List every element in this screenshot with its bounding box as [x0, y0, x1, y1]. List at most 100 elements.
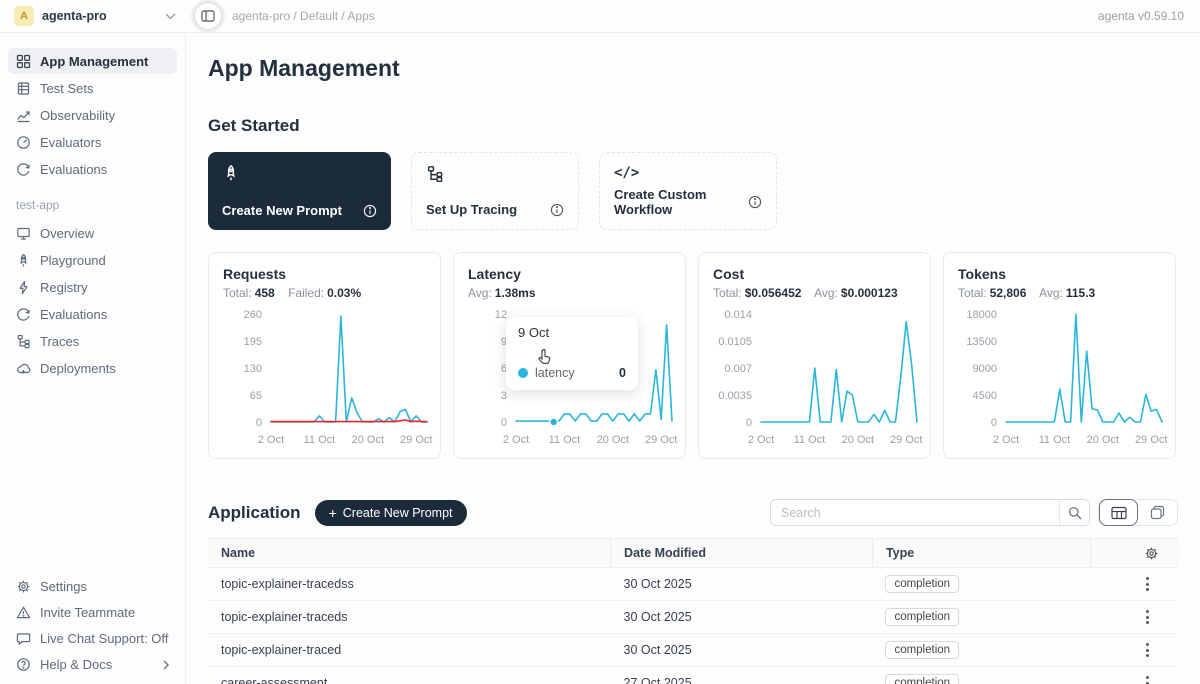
tokens-chart[interactable]: 18000135009000450002 Oct11 Oct20 Oct29 O…	[958, 304, 1161, 456]
sidebar-item-overview[interactable]: Overview	[8, 220, 177, 246]
cost-card: Cost Total:$0.056452 Avg:$0.000123 0.014…	[698, 252, 931, 459]
question-circle-icon	[16, 657, 31, 672]
sidebar-item-label: Overview	[40, 226, 94, 241]
svg-text:0.0035: 0.0035	[718, 390, 752, 402]
sidebar-item-label: Invite Teammate	[40, 605, 135, 620]
table-settings-button[interactable]	[1104, 546, 1165, 561]
info-icon[interactable]	[550, 203, 564, 217]
sidebar-panel-icon	[201, 10, 215, 22]
sidebar-item-label: Evaluators	[40, 135, 101, 150]
app-name[interactable]: topic-explainer-traceds	[208, 601, 611, 634]
sidebar-item-help-docs[interactable]: Help & Docs	[8, 652, 177, 677]
chart-stats: Total:$0.056452 Avg:$0.000123	[713, 286, 916, 300]
main-content: App Management Get Started Create New Pr…	[186, 33, 1200, 684]
card-view-button[interactable]	[1138, 499, 1177, 526]
svg-text:0.014: 0.014	[724, 309, 752, 321]
table-row[interactable]: topic-explainer-tracedss 30 Oct 2025 com…	[208, 568, 1178, 601]
refresh-circle-icon	[16, 307, 31, 322]
column-date-modified[interactable]: Date Modified	[611, 539, 873, 568]
svg-text:11 Oct: 11 Oct	[304, 434, 336, 446]
workspace-selector[interactable]: A agenta-pro	[0, 6, 186, 26]
sidebar-item-traces[interactable]: Traces	[8, 328, 177, 354]
breadcrumb[interactable]: agenta-pro / Default / Apps	[232, 9, 1098, 23]
tooltip-value: 0	[619, 366, 626, 380]
svg-text:12: 12	[495, 309, 507, 321]
get-started-title: Get Started	[208, 116, 1178, 136]
code-icon: </>	[614, 165, 762, 181]
sidebar-item-evaluators[interactable]: Evaluators	[8, 129, 177, 155]
search-button[interactable]	[1059, 500, 1089, 525]
line-chart-icon	[16, 108, 31, 123]
tooltip-legend-row: latency 0	[518, 366, 626, 380]
plus-icon: +	[329, 506, 337, 520]
row-menu-button[interactable]	[1139, 676, 1155, 684]
collapse-sidebar-button[interactable]	[194, 2, 222, 30]
sidebar-item-live-chat[interactable]: Live Chat Support: Off	[8, 626, 177, 651]
svg-text:9000: 9000	[973, 363, 997, 375]
app-name[interactable]: career-assessment	[208, 667, 611, 684]
chart-stats: Total:52,806 Avg:115.3	[958, 286, 1161, 300]
svg-text:29 Oct: 29 Oct	[890, 434, 922, 446]
search-icon	[1068, 506, 1082, 520]
app-name[interactable]: topic-explainer-tracedss	[208, 568, 611, 601]
sidebar-item-deployments[interactable]: Deployments	[8, 355, 177, 381]
svg-text:0: 0	[746, 417, 752, 429]
sidebar-item-label: Deployments	[40, 361, 116, 376]
workspace-name: agenta-pro	[42, 9, 157, 23]
gear-icon	[16, 579, 31, 594]
sidebar-item-app-management[interactable]: App Management	[8, 48, 177, 74]
column-name[interactable]: Name	[208, 539, 611, 568]
chart-title: Cost	[713, 266, 916, 282]
chevron-down-icon	[165, 13, 176, 20]
svg-text:2 Oct: 2 Oct	[748, 434, 774, 446]
table-row[interactable]: topic-explainer-traceds 30 Oct 2025 comp…	[208, 601, 1178, 634]
sidebar-item-label: Evaluations	[40, 307, 107, 322]
test-sets-icon	[16, 81, 31, 96]
info-icon[interactable]	[363, 204, 377, 218]
sidebar-item-observability[interactable]: Observability	[8, 102, 177, 128]
sidebar-item-registry[interactable]: Registry	[8, 274, 177, 300]
row-menu-button[interactable]	[1139, 643, 1155, 657]
table-row[interactable]: career-assessment 27 Oct 2025 completion	[208, 667, 1178, 684]
cost-chart[interactable]: 0.0140.01050.0070.003502 Oct11 Oct20 Oct…	[713, 304, 916, 456]
create-new-prompt-button[interactable]: + Create New Prompt	[315, 500, 467, 526]
create-new-prompt-card[interactable]: Create New Prompt	[208, 152, 391, 230]
sidebar-item-settings[interactable]: Settings	[8, 574, 177, 599]
tooltip-date: 9 Oct	[518, 325, 626, 340]
set-up-tracing-card[interactable]: Set Up Tracing	[411, 152, 579, 230]
sidebar-item-evaluations-project[interactable]: Evaluations	[8, 301, 177, 327]
row-menu-button[interactable]	[1139, 610, 1155, 624]
app-date: 27 Oct 2025	[611, 667, 873, 684]
search-input[interactable]	[771, 500, 1059, 525]
svg-text:195: 195	[244, 336, 262, 348]
svg-text:11 Oct: 11 Oct	[549, 434, 581, 446]
svg-text:20 Oct: 20 Oct	[352, 434, 384, 446]
table-row[interactable]: topic-explainer-traced 30 Oct 2025 compl…	[208, 634, 1178, 667]
sidebar-item-evaluations[interactable]: Evaluations	[8, 156, 177, 182]
chart-title: Latency	[468, 266, 671, 282]
sidebar-item-playground[interactable]: Playground	[8, 247, 177, 273]
sidebar-item-invite-teammate[interactable]: Invite Teammate	[8, 600, 177, 625]
type-badge: completion	[885, 674, 959, 684]
table-view-button[interactable]	[1099, 499, 1138, 526]
sidebar-item-label: Live Chat Support: Off	[40, 631, 168, 646]
svg-text:65: 65	[250, 390, 262, 402]
row-menu-button[interactable]	[1139, 577, 1155, 591]
sidebar: App Management Test Sets Observability E…	[0, 33, 186, 684]
search-field	[770, 499, 1090, 526]
svg-text:0: 0	[501, 417, 507, 429]
app-name[interactable]: topic-explainer-traced	[208, 634, 611, 667]
column-type[interactable]: Type	[872, 539, 1090, 568]
chevron-right-icon	[163, 660, 169, 670]
sidebar-item-test-sets[interactable]: Test Sets	[8, 75, 177, 101]
info-icon[interactable]	[748, 195, 762, 209]
svg-text:130: 130	[244, 363, 262, 375]
create-custom-workflow-card[interactable]: </> Create Custom Workflow	[599, 152, 777, 230]
requests-chart[interactable]: 2601951306502 Oct11 Oct20 Oct29 Oct	[223, 304, 426, 456]
chart-stats: Total:458 Failed:0.03%	[223, 286, 426, 300]
lightning-icon	[16, 280, 31, 295]
metrics-cards: Requests Total:458 Failed:0.03% 26019513…	[208, 252, 1178, 459]
requests-card: Requests Total:458 Failed:0.03% 26019513…	[208, 252, 441, 459]
applications-table: Name Date Modified Type topic-explainer-…	[208, 538, 1178, 684]
tooltip-series: latency	[535, 366, 575, 380]
